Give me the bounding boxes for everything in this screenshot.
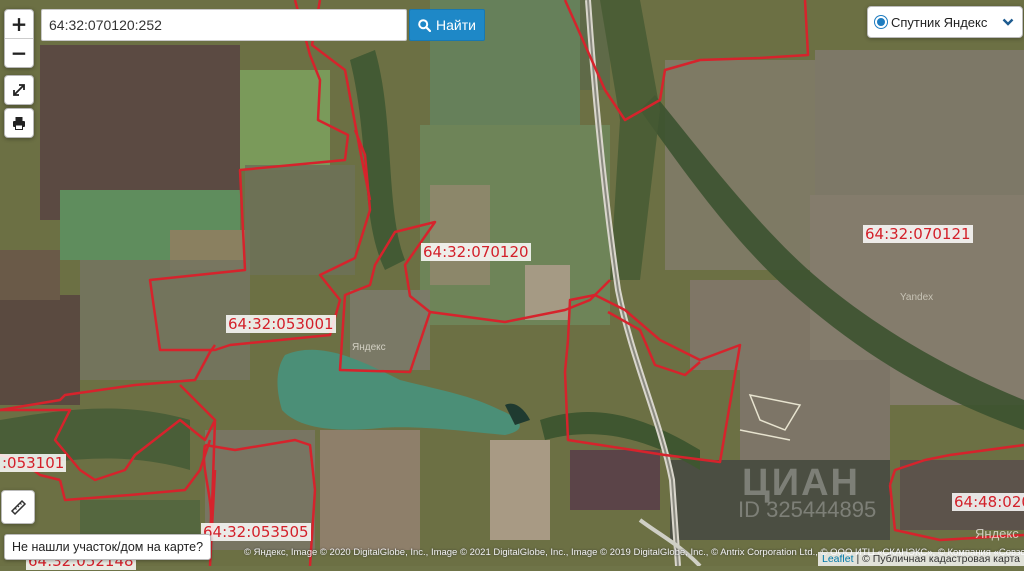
parcel-label-48-020[interactable]: 64:48:020 (952, 493, 1024, 511)
fullscreen-button[interactable] (4, 75, 34, 105)
search-button[interactable]: Найти (409, 9, 485, 41)
satellite-map[interactable]: Yandex Яндекс Яндекс ЦИАН ID 325444895 6… (0, 0, 1024, 570)
zoom-in-button[interactable]: + (5, 10, 33, 38)
search-button-label: Найти (436, 17, 476, 33)
leaflet-link[interactable]: Leaflet (822, 553, 854, 565)
zoom-control: + − (4, 9, 34, 68)
attribution-bar: Leaflet | © Публичная кадастровая карта (818, 552, 1024, 566)
map-imagery (0, 0, 1024, 568)
yandex-watermark-ru: Яндекс (352, 342, 386, 353)
cadastral-search-input[interactable] (41, 9, 407, 41)
parcel-label-070121[interactable]: 64:32:070121 (863, 225, 973, 243)
attribution-source: Публичная кадастровая карта (872, 553, 1020, 565)
map-layer-selected-label: Спутник Яндекс (891, 14, 988, 30)
not-found-button[interactable]: Не нашли участок/дом на карте? (4, 534, 212, 560)
parcel-label-053505[interactable]: 64:32:053505 (201, 523, 311, 541)
measure-button[interactable] (1, 490, 35, 524)
yandex-watermark-ru-corner: Яндекс (975, 526, 1019, 541)
zoom-out-button[interactable]: − (5, 38, 33, 67)
parcel-label-053101[interactable]: :053101 (0, 454, 67, 472)
attribution-separator: | © (853, 553, 873, 565)
ruler-icon (10, 499, 27, 516)
printer-icon (13, 117, 25, 130)
radio-selected-icon (875, 16, 887, 28)
yandex-watermark: Yandex (900, 292, 934, 303)
parcel-label-053001[interactable]: 64:32:053001 (226, 315, 336, 333)
search-icon (418, 18, 432, 32)
expand-icon (13, 84, 25, 96)
listing-id-watermark: ID 325444895 (738, 497, 877, 522)
map-layer-select[interactable]: Спутник Яндекс (867, 6, 1023, 38)
print-button[interactable] (4, 108, 34, 138)
chevron-down-icon (1002, 18, 1014, 26)
parcel-label-070120[interactable]: 64:32:070120 (421, 243, 531, 261)
